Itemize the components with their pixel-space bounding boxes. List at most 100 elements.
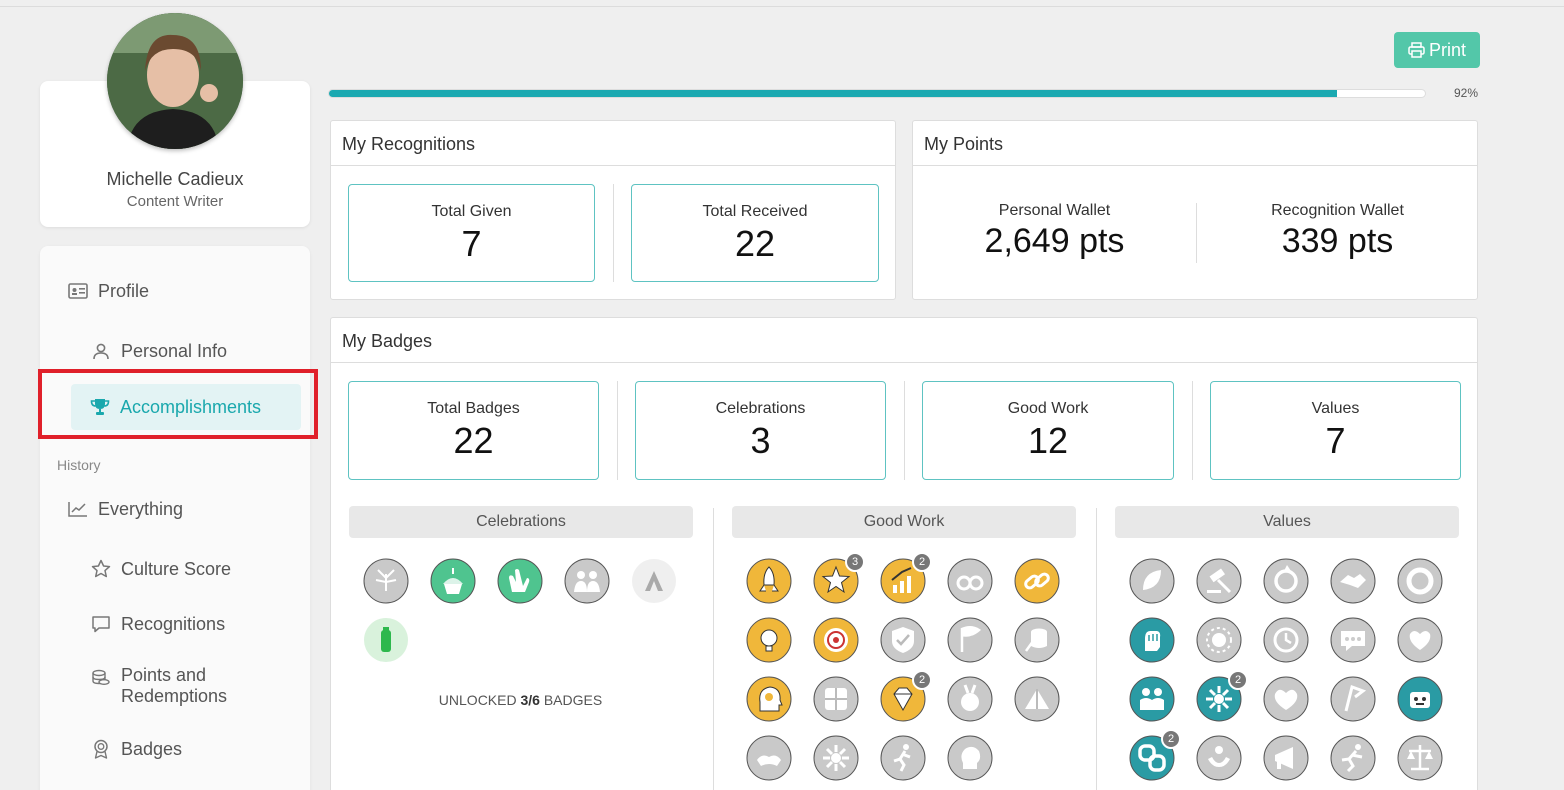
mountain-icon [632,559,676,603]
bottle-badge[interactable] [363,617,409,663]
user-icon [90,340,112,362]
divider [613,184,614,282]
good-work-box: Good Work 12 [922,381,1174,480]
mountain-badge[interactable] [631,558,677,604]
print-button[interactable]: Print [1394,32,1480,68]
gavel-badge[interactable] [1196,558,1242,604]
megaphone-badge[interactable] [1263,735,1309,781]
nav-personal-info[interactable]: Personal Info [90,340,227,362]
comment-icon [90,613,112,635]
fist-badge[interactable] [1129,617,1175,663]
heart-badge[interactable] [1263,676,1309,722]
leaf-badge[interactable] [1129,558,1175,604]
nav-points-redemptions[interactable]: Points and Redemptions [90,665,227,707]
cupcake-badge[interactable] [430,558,476,604]
points-title: My Points [913,121,1477,166]
star-badge[interactable]: 3 [813,552,865,604]
chat-badge[interactable] [1330,617,1376,663]
rocket-badge[interactable] [746,558,792,604]
heart-hand-icon [1397,617,1443,663]
binoculars-badge[interactable] [947,558,993,604]
nav-badges[interactable]: Badges [90,738,182,760]
profile-name: Michelle Cadieux [106,169,244,189]
handshake-badge[interactable] [1330,558,1376,604]
nav-culture-score[interactable]: Culture Score [90,558,231,580]
avatar[interactable] [107,13,243,149]
shield-check-badge[interactable] [880,617,926,663]
sprint-badge[interactable] [1330,735,1376,781]
total-badges-value: 22 [453,420,494,461]
top-divider [0,6,1564,7]
lifebuoy-badge[interactable] [1397,558,1443,604]
print-label: Print [1428,39,1466,60]
unlocked-count: 3/6 [520,692,540,708]
cycle-icon [1263,558,1309,604]
badge-count: 2 [912,670,932,690]
handshake-icon [1330,558,1376,604]
unlocked-prefix: UNLOCKED [438,692,517,708]
team-badge[interactable] [1129,676,1175,722]
fireworks-badge[interactable] [363,558,409,604]
growth-badge[interactable]: 2 [880,552,932,604]
heart-hand-badge[interactable] [1397,617,1443,663]
cycle-badge[interactable] [1263,558,1309,604]
nav-everything[interactable]: Everything [67,498,183,520]
brain-icon [947,735,993,781]
progress-percent: 92% [1454,86,1479,100]
clapping-badge[interactable] [497,558,543,604]
total-badges-label: Total Badges [427,400,520,417]
clock-badge[interactable] [1263,617,1309,663]
nav-points-line2: Redemptions [121,686,228,706]
sun-badge[interactable] [1196,617,1242,663]
medal-badge[interactable] [947,676,993,722]
diamond-badge[interactable]: 2 [880,670,932,722]
nav-recognitions[interactable]: Recognitions [90,613,225,635]
mindset-badge[interactable] [746,676,792,722]
puzzle-icon [813,676,859,722]
cupcake-icon [430,558,476,604]
scale-badge[interactable] [1397,735,1443,781]
flag-icon [947,617,993,663]
target-badge[interactable] [813,617,859,663]
badge-count: 3 [845,552,865,572]
nav-recognitions-label: Recognitions [121,613,226,634]
idea-badge[interactable] [746,617,792,663]
robot-badge[interactable] [1397,676,1443,722]
sprint-icon [1330,735,1376,781]
huddle-badge[interactable]: 2 [1196,670,1248,722]
knot-badge[interactable]: 2 [1129,729,1181,781]
hands-badge[interactable] [746,735,792,781]
nav-points-label: Points and Redemptions [121,665,227,707]
tent-icon [1014,676,1060,722]
flag-badge[interactable] [947,617,993,663]
recognitions-panel: My Recognitions Total Given 7 Total Rece… [330,120,896,300]
shield-check-icon [880,617,926,663]
personal-wallet: Personal Wallet 2,649 pts [913,202,1196,261]
chat-icon [1330,617,1376,663]
printer-icon [1408,42,1425,58]
team-icon [1129,676,1175,722]
profile-nav: Profile Personal Info Accomplishments Hi… [40,246,310,790]
teamwork-badge[interactable] [813,735,859,781]
chain-badge[interactable] [1014,558,1060,604]
values-value: 7 [1325,420,1346,461]
community-badge[interactable] [564,558,610,604]
flag-run-badge[interactable] [1330,676,1376,722]
hold-badge[interactable] [1196,735,1242,781]
unlocked-summary: UNLOCKED 3/6 BADGES [349,692,692,708]
nav-personal-info-label: Personal Info [121,340,228,361]
unlocked-suffix: BADGES [543,692,603,708]
nav-profile[interactable]: Profile [67,280,149,302]
teamwork-icon [813,735,859,781]
nav-profile-label: Profile [98,280,150,301]
brain-badge[interactable] [947,735,993,781]
tent-badge[interactable] [1014,676,1060,722]
gavel-icon [1196,558,1242,604]
clock-icon [1263,617,1309,663]
total-given-box: Total Given 7 [348,184,595,282]
puzzle-badge[interactable] [813,676,859,722]
fist-icon [1129,617,1175,663]
celebrations-value: 3 [750,420,771,461]
cylinder-badge[interactable] [1014,617,1060,663]
runner-badge[interactable] [880,735,926,781]
